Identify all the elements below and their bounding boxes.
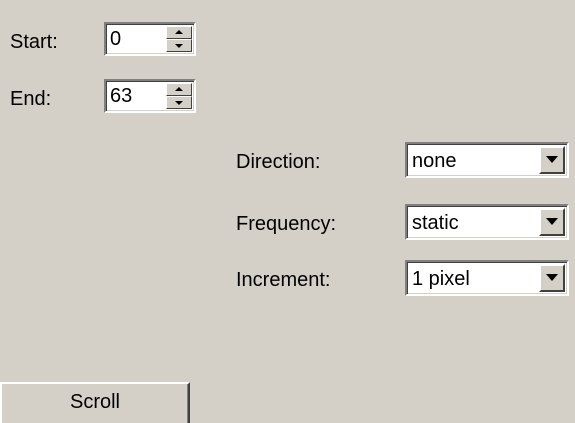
direction-dropdown-button[interactable]: [539, 146, 565, 174]
start-decrement-button[interactable]: [166, 39, 192, 52]
start-increment-button[interactable]: [166, 26, 192, 39]
frequency-select[interactable]: static: [405, 204, 569, 240]
end-spinner[interactable]: 63: [104, 79, 196, 113]
start-label: Start:: [10, 31, 58, 53]
end-value[interactable]: 63: [110, 84, 132, 108]
frequency-selected-value: static: [412, 212, 459, 234]
spin-up-icon: [175, 87, 183, 91]
increment-label: Increment:: [236, 269, 331, 291]
direction-label: Direction:: [236, 151, 321, 173]
end-decrement-button[interactable]: [166, 96, 192, 109]
start-value[interactable]: 0: [110, 27, 121, 51]
increment-select[interactable]: 1 pixel: [405, 260, 569, 296]
chevron-down-icon: [546, 218, 558, 225]
end-increment-button[interactable]: [166, 83, 192, 96]
increment-dropdown-button[interactable]: [539, 264, 565, 292]
spin-up-icon: [175, 30, 183, 34]
increment-selected-value: 1 pixel: [412, 268, 470, 290]
spin-down-icon: [175, 44, 183, 48]
end-spin-buttons: [166, 83, 192, 109]
frequency-dropdown-button[interactable]: [539, 208, 565, 236]
start-spinner[interactable]: 0: [104, 22, 196, 56]
direction-selected-value: none: [412, 150, 457, 172]
chevron-down-icon: [546, 274, 558, 281]
scroll-button[interactable]: Scroll: [0, 382, 190, 423]
spin-down-icon: [175, 101, 183, 105]
start-spin-buttons: [166, 26, 192, 52]
end-label: End:: [10, 88, 52, 110]
chevron-down-icon: [546, 156, 558, 163]
direction-select[interactable]: none: [405, 142, 569, 178]
frequency-label: Frequency:: [236, 213, 337, 235]
